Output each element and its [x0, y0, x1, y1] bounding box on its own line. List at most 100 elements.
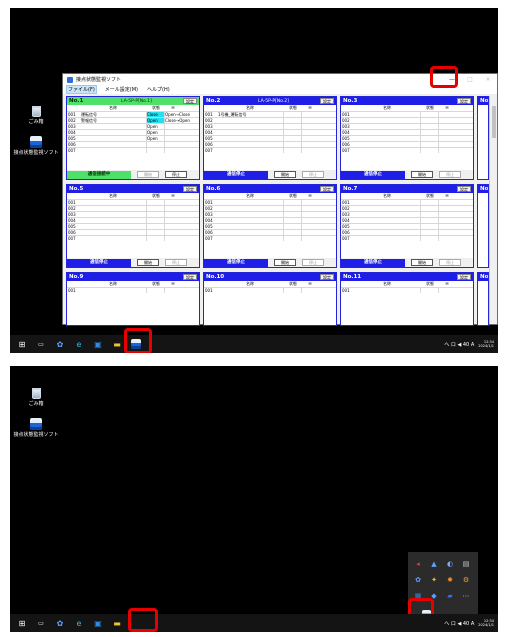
start-button[interactable]: 開始	[274, 259, 296, 266]
contact-row[interactable]: 003	[341, 211, 473, 217]
tray-icon-11[interactable]: ▰	[446, 592, 454, 600]
network-app-icon[interactable]: ✿	[53, 337, 67, 351]
config-button[interactable]: 設定	[183, 274, 197, 280]
config-button[interactable]: 設定	[457, 274, 471, 280]
contact-row[interactable]: 003	[204, 211, 336, 217]
contact-row[interactable]: 001 運転信号 Close Open→Close	[67, 111, 199, 117]
contact-row[interactable]: 002	[204, 117, 336, 123]
start-button[interactable]: 開始	[411, 259, 433, 266]
tray-icons[interactable]: へ ロ ◀ 40 A	[444, 341, 474, 348]
contact-row[interactable]: 004	[204, 217, 336, 223]
contact-row[interactable]: 001	[67, 287, 199, 293]
desktop-recycle-bin[interactable]: ごみ箱	[12, 106, 60, 125]
contact-row[interactable]: 003	[341, 123, 473, 129]
explorer-icon[interactable]: ▬	[110, 337, 124, 351]
config-button[interactable]: 設定	[183, 186, 197, 192]
menu-mail-settings[interactable]: メール設定(M)	[104, 86, 139, 93]
contact-row[interactable]: 007	[67, 235, 199, 241]
contact-row[interactable]: 003 Open	[67, 123, 199, 129]
contact-row[interactable]: 001	[341, 111, 473, 117]
contact-row[interactable]: 002	[204, 205, 336, 211]
stop-button[interactable]: 停止	[165, 259, 187, 266]
contact-row[interactable]: 006	[67, 229, 199, 235]
contact-row[interactable]: 004	[67, 217, 199, 223]
config-button[interactable]: 設定	[320, 186, 334, 192]
menu-file[interactable]: ファイル(F)	[66, 85, 97, 94]
menu-help[interactable]: ヘルプ(H)	[146, 86, 171, 93]
stop-button[interactable]: 停止	[302, 171, 324, 178]
contact-row[interactable]: 004	[204, 129, 336, 135]
contact-row[interactable]: 002	[67, 205, 199, 211]
stop-button[interactable]: 停止	[439, 171, 461, 178]
tray-icon-7[interactable]: ✹	[446, 576, 454, 584]
contact-row[interactable]: 005	[204, 135, 336, 141]
clock[interactable]: 12:34 2024/1/1	[478, 619, 494, 627]
scroll-thumb[interactable]	[492, 106, 496, 138]
contact-row[interactable]: 006	[341, 229, 473, 235]
edge-icon[interactable]: e	[72, 616, 86, 630]
tray-icon-4[interactable]: ▤	[462, 560, 470, 568]
contact-row[interactable]: 007	[341, 147, 473, 153]
config-button[interactable]: 設定	[457, 186, 471, 192]
task-view-icon[interactable]: ▭	[34, 616, 48, 630]
start-icon[interactable]: ⊞	[15, 337, 29, 351]
clock[interactable]: 12:34 2024/1/1	[478, 340, 494, 348]
vertical-scrollbar[interactable]	[489, 96, 497, 324]
explorer-icon[interactable]: ▬	[110, 616, 124, 630]
maximize-button[interactable]: □	[461, 74, 479, 85]
contact-row[interactable]: 001	[204, 287, 336, 293]
tray-icon-5[interactable]: ✿	[414, 576, 422, 584]
contact-row[interactable]: 006	[67, 141, 199, 147]
contact-row[interactable]: 005	[341, 223, 473, 229]
contact-row[interactable]: 003	[204, 123, 336, 129]
contact-row[interactable]: 003	[67, 211, 199, 217]
tray-icon-2[interactable]: ▲	[430, 560, 438, 568]
contact-row[interactable]: 002	[341, 117, 473, 123]
contact-row[interactable]: 001 1号機_運転信号	[204, 111, 336, 117]
tray-icon-8[interactable]: ⚙	[462, 576, 470, 584]
edge-icon[interactable]: e	[72, 337, 86, 351]
contact-row[interactable]: 007	[341, 235, 473, 241]
network-app-icon[interactable]: ✿	[53, 616, 67, 630]
contact-row[interactable]: 006	[204, 141, 336, 147]
desktop-app-shortcut[interactable]: 接点状態監視ソフト	[12, 418, 60, 438]
start-icon[interactable]: ⊞	[15, 616, 29, 630]
stop-button[interactable]: 停止	[302, 259, 324, 266]
start-button[interactable]: 開始	[274, 171, 296, 178]
tray-icons[interactable]: へ ロ ◀ 40 A	[444, 620, 474, 627]
contact-row[interactable]: 001	[341, 199, 473, 205]
contact-row[interactable]: 005	[204, 223, 336, 229]
contact-row[interactable]: 006	[204, 229, 336, 235]
contact-row[interactable]: 006	[341, 141, 473, 147]
tray-icon-3[interactable]: ◐	[446, 560, 454, 568]
contact-row[interactable]: 007	[204, 147, 336, 153]
contact-row[interactable]: 005 Open	[67, 135, 199, 141]
tray-icon-12[interactable]: ⋯	[462, 592, 470, 600]
store-icon[interactable]: ▣	[91, 337, 105, 351]
start-button[interactable]: 開始	[137, 171, 159, 178]
contact-row[interactable]: 002	[341, 205, 473, 211]
contact-row[interactable]: 007	[67, 147, 199, 153]
contact-row[interactable]: 005	[341, 135, 473, 141]
close-button[interactable]: ×	[479, 74, 497, 85]
desktop-app-shortcut[interactable]: 接点状態監視ソフト	[12, 136, 60, 156]
contact-row[interactable]: 007	[204, 235, 336, 241]
contact-row[interactable]: 004 Open	[67, 129, 199, 135]
contact-row[interactable]: 004	[341, 129, 473, 135]
contact-row[interactable]: 001	[67, 199, 199, 205]
config-button[interactable]: 設定	[457, 98, 471, 104]
contact-row[interactable]: 001	[341, 287, 473, 293]
desktop-recycle-bin[interactable]: ごみ箱	[12, 388, 60, 407]
store-icon[interactable]: ▣	[91, 616, 105, 630]
start-button[interactable]: 開始	[137, 259, 159, 266]
start-button[interactable]: 開始	[411, 171, 433, 178]
tray-icon-6[interactable]: ✦	[430, 576, 438, 584]
config-button[interactable]: 設定	[183, 98, 197, 104]
task-view-icon[interactable]: ▭	[34, 337, 48, 351]
stop-button[interactable]: 停止	[165, 171, 187, 178]
tray-icon-1[interactable]: ◂	[414, 560, 422, 568]
contact-row[interactable]: 004	[341, 217, 473, 223]
contact-row[interactable]: 005	[67, 223, 199, 229]
contact-row[interactable]: 002 警報信号 Open Close→Open	[67, 117, 199, 123]
stop-button[interactable]: 停止	[439, 259, 461, 266]
